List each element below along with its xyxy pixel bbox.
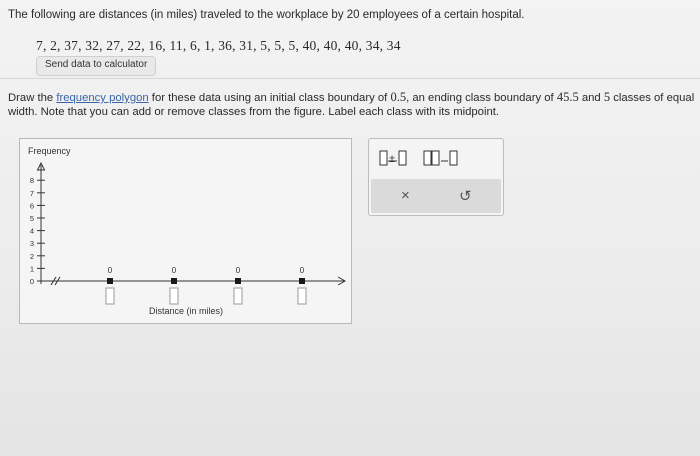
tool-panel: ± × ↺ [368,138,504,216]
graph-point[interactable] [171,278,177,284]
undo-button[interactable]: ↺ [459,187,472,205]
point-value-label: 0 [300,266,305,275]
frequency-polygon-graph[interactable]: Frequency 0 1 2 3 4 5 6 7 8 0 0 0 0 Distance (in mi… [20,139,353,325]
point-value-label: 0 [172,266,177,275]
svg-text:±: ± [389,153,395,165]
graph-point[interactable] [299,278,305,284]
graph-point[interactable] [235,278,241,284]
point-value-label: 0 [108,266,113,275]
midpoint-label-input[interactable] [233,287,243,305]
y-axis-label: Frequency [28,146,71,156]
y-tick-label: 7 [30,189,34,198]
y-tick-label: 3 [30,239,34,248]
remove-class-button[interactable] [421,147,461,169]
midpoint-label-input[interactable] [297,287,307,305]
midpoint-label-input[interactable] [105,287,115,305]
instructions-text: Draw the [8,92,57,104]
graph-panel[interactable]: Frequency 0 1 2 3 4 5 6 7 8 0 0 0 0 Distance (in mi… [19,138,352,324]
divider [0,78,700,79]
y-tick-label: 5 [30,214,34,223]
instructions-text: and [578,92,604,104]
y-tick-label: 2 [30,252,34,261]
y-tick-label: 4 [30,227,34,236]
problem-intro: The following are distances (in miles) t… [8,9,525,21]
ending-boundary-value: 45.5 [556,90,579,104]
tool-actions-bar: × ↺ [371,179,501,213]
graph-point[interactable] [107,278,113,284]
add-class-button[interactable]: ± [377,147,417,169]
y-tick-label: 6 [30,201,34,210]
data-list: 7, 2, 37, 32, 27, 22, 16, 11, 6, 1, 36, … [36,38,401,53]
x-axis-label: Distance (in miles) [149,306,223,316]
frequency-polygon-link[interactable]: frequency polygon [56,92,148,104]
instructions-text: for these data using an initial class bo… [148,92,391,104]
midpoint-label-input[interactable] [169,287,179,305]
y-tick-label: 8 [30,176,34,185]
instructions-text: , an ending class boundary of [406,92,557,104]
instructions: Draw the frequency polygon for these dat… [8,90,698,119]
point-value-label: 0 [236,266,241,275]
y-tick-label: 1 [30,264,34,273]
y-tick-label: 0 [30,277,34,286]
clear-button[interactable]: × [401,187,410,204]
initial-boundary-value: 0.5 [390,90,407,104]
send-data-button[interactable]: Send data to calculator [36,56,157,76]
